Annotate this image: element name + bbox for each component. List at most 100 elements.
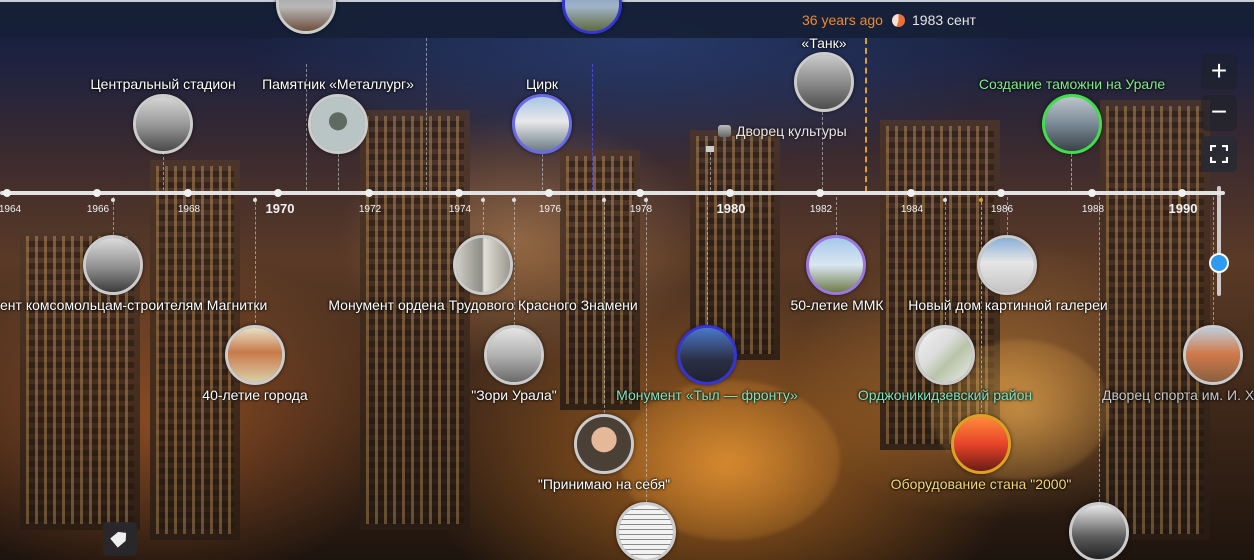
event-thumbnail-circus[interactable] <box>512 94 572 154</box>
fullscreen-button[interactable] <box>1201 136 1237 172</box>
axis-label: 1972 <box>358 204 382 215</box>
event-thumbnail-monument-metallurg[interactable] <box>308 94 368 154</box>
event-thumbnail-customs-ural[interactable] <box>1042 94 1102 154</box>
event-label-palace-of-culture[interactable]: Дворец культуры <box>718 123 847 139</box>
axis-tick <box>1088 189 1096 197</box>
event-thumbnail-group-photo[interactable] <box>1069 502 1129 560</box>
connector-line <box>1099 197 1100 502</box>
axis-tick <box>907 189 915 197</box>
event-thumbnail-komsomol-monument[interactable] <box>83 235 143 295</box>
axis-tick <box>545 189 553 197</box>
event-label-central-stadium[interactable]: Центральный стадион <box>90 76 235 92</box>
event-thumbnail-sports-palace[interactable] <box>1183 325 1243 385</box>
event-dot <box>602 198 606 202</box>
event-label-gallery-house[interactable]: Новый дом картинной галереи <box>908 297 1107 313</box>
time-ago-label: 36 years ago <box>802 12 883 28</box>
background-building <box>360 110 470 530</box>
event-label-city-40[interactable]: 40-летие города <box>202 387 307 403</box>
zoom-in-button[interactable]: + <box>1201 54 1237 90</box>
background-building <box>560 150 640 410</box>
axis-label: 1968 <box>177 204 201 215</box>
event-label-ordzhonikidze[interactable]: Орджоникидзевский район <box>858 387 1032 403</box>
connector-line <box>483 197 484 235</box>
axis-label: 1984 <box>900 204 924 215</box>
event-thumbnail[interactable] <box>562 0 622 34</box>
connector-line <box>542 154 543 190</box>
event-dot <box>111 198 115 202</box>
connector-line <box>338 154 339 190</box>
event-dot <box>644 198 648 202</box>
axis-label: 1990 <box>1168 201 1198 216</box>
event-label-mill-2000[interactable]: Оборудование стана "2000" <box>891 476 1072 492</box>
event-thumbnail-ordzhonikidze[interactable] <box>915 325 975 385</box>
axis-tick <box>726 189 734 197</box>
connector-line <box>707 197 708 325</box>
event-label-order-monument[interactable]: Монумент ордена Трудового Красного Знаме… <box>328 297 637 313</box>
event-thumbnail-city-40[interactable] <box>225 325 285 385</box>
axis-tick <box>274 189 282 197</box>
event-dot <box>481 198 485 202</box>
axis-label: 1970 <box>265 201 295 216</box>
axis-label: 1986 <box>990 204 1014 215</box>
building-icon <box>718 125 731 137</box>
event-label-mmk-50[interactable]: 50-летие ММК <box>790 297 883 313</box>
event-label-tank[interactable]: «Танк» <box>801 35 846 51</box>
zoom-slider-handle[interactable] <box>1209 253 1229 273</box>
axis-label: 1980 <box>716 201 746 216</box>
zoom-slider-track[interactable] <box>1217 186 1221 296</box>
connector-line <box>113 197 114 235</box>
event-thumbnail-mmk-50[interactable] <box>806 235 866 295</box>
event-label-monument-metallurg[interactable]: Памятник «Металлург» <box>262 76 414 92</box>
event-dot <box>253 198 257 202</box>
now-indicator-icon <box>892 14 905 27</box>
now-bar: 36 years ago 1983 сент <box>0 0 1254 38</box>
current-time-marker <box>865 38 867 192</box>
fullscreen-icon <box>1209 144 1229 164</box>
axis-tick <box>365 189 373 197</box>
axis-label: 1982 <box>809 204 833 215</box>
axis-label: 1974 <box>448 204 472 215</box>
axis-tick <box>1178 189 1186 197</box>
event-label-sports-palace[interactable]: Дворец спорта им. И. Х <box>1102 387 1254 403</box>
tag-filter-button[interactable] <box>103 522 137 556</box>
tag-icon <box>110 528 130 547</box>
connector-line <box>163 152 164 190</box>
event-label-zori-urala[interactable]: "Зори Урала" <box>471 387 556 403</box>
event-label-circus[interactable]: Цирк <box>526 76 558 92</box>
connector-line <box>592 64 593 190</box>
connector-line <box>1071 154 1072 190</box>
axis-tick <box>997 189 1005 197</box>
event-label-customs-ural[interactable]: Создание таможни на Урале <box>979 76 1165 92</box>
event-thumbnail-gallery-house[interactable] <box>977 235 1037 295</box>
event-thumbnail-newspaper[interactable] <box>616 502 676 560</box>
event-dot <box>943 198 947 202</box>
event-thumbnail[interactable] <box>276 0 336 34</box>
event-thumbnail-accept-myself[interactable] <box>574 414 634 474</box>
axis-tick <box>184 189 192 197</box>
connector-line <box>710 152 711 190</box>
axis-label: 1976 <box>538 204 562 215</box>
axis-tick <box>636 189 644 197</box>
event-label-tyl-frontu[interactable]: Монумент «Тыл — фронту» <box>616 387 798 403</box>
connector-line <box>646 197 647 502</box>
axis-tick <box>93 189 101 197</box>
current-date-label: 1983 сент <box>912 12 976 28</box>
axis-tick <box>455 189 463 197</box>
axis-label: 1964 <box>0 204 22 215</box>
axis-label: 1966 <box>86 204 110 215</box>
event-thumbnail-order-monument[interactable] <box>453 235 513 295</box>
event-label-komsomol-monument[interactable]: ент комсомольцам-строителям Магнитки <box>0 297 267 313</box>
event-thumbnail-central-stadium[interactable] <box>133 94 193 154</box>
event-thumbnail-tyl-frontu[interactable] <box>677 325 737 385</box>
event-thumbnail-mill-2000[interactable] <box>951 414 1011 474</box>
axis-label: 1978 <box>629 204 653 215</box>
zoom-out-button[interactable]: − <box>1201 95 1237 131</box>
event-thumbnail-zori-urala[interactable] <box>484 325 544 385</box>
axis-tick <box>3 189 11 197</box>
axis-tick <box>816 189 824 197</box>
event-label-accept-myself[interactable]: "Принимаю на себя" <box>538 476 670 492</box>
background-building <box>1100 100 1210 540</box>
event-thumbnail-tank[interactable] <box>794 52 854 112</box>
connector-line <box>1007 197 1008 235</box>
event-dot <box>512 198 516 202</box>
